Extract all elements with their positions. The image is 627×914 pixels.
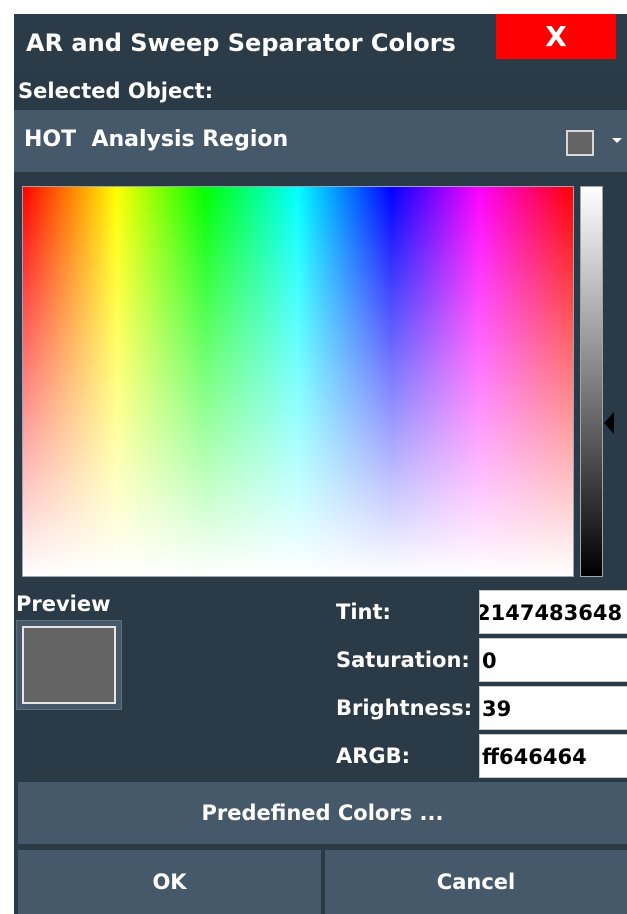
brightness-slider[interactable] (580, 186, 603, 577)
selected-object-value: HOT Analysis Region (24, 127, 289, 152)
predefined-colors-button[interactable]: Predefined Colors ... (18, 782, 627, 844)
preview-swatch (22, 626, 116, 704)
brightness-input[interactable]: 39 (479, 686, 627, 730)
brightness-label: Brightness: (336, 696, 473, 720)
selected-object-dropdown[interactable]: HOT Analysis Region (14, 110, 627, 172)
tint-label: Tint: (336, 600, 391, 624)
color-dialog: AR and Sweep Separator Colors X Selected… (14, 14, 627, 914)
tint-input[interactable]: 2147483648 (479, 590, 627, 634)
chevron-down-icon[interactable] (612, 138, 622, 143)
dialog-title: AR and Sweep Separator Colors (26, 29, 456, 57)
saturation-input[interactable]: 0 (479, 638, 627, 682)
brightness-slider-handle-icon[interactable] (604, 412, 614, 434)
cancel-button[interactable]: Cancel (325, 850, 627, 914)
preview-label: Preview (16, 592, 111, 616)
saturation-label: Saturation: (336, 648, 470, 672)
hue-saturation-picker[interactable] (22, 186, 574, 577)
ok-button[interactable]: OK (18, 850, 321, 914)
close-icon: X (545, 19, 567, 53)
argb-label: ARGB: (336, 744, 411, 768)
preview-frame (16, 620, 122, 710)
argb-input[interactable]: ff646464 (479, 734, 627, 778)
object-color-swatch (566, 130, 594, 156)
close-button[interactable]: X (496, 14, 616, 59)
selected-object-label: Selected Object: (18, 79, 214, 103)
title-bar: AR and Sweep Separator Colors X (14, 14, 627, 72)
